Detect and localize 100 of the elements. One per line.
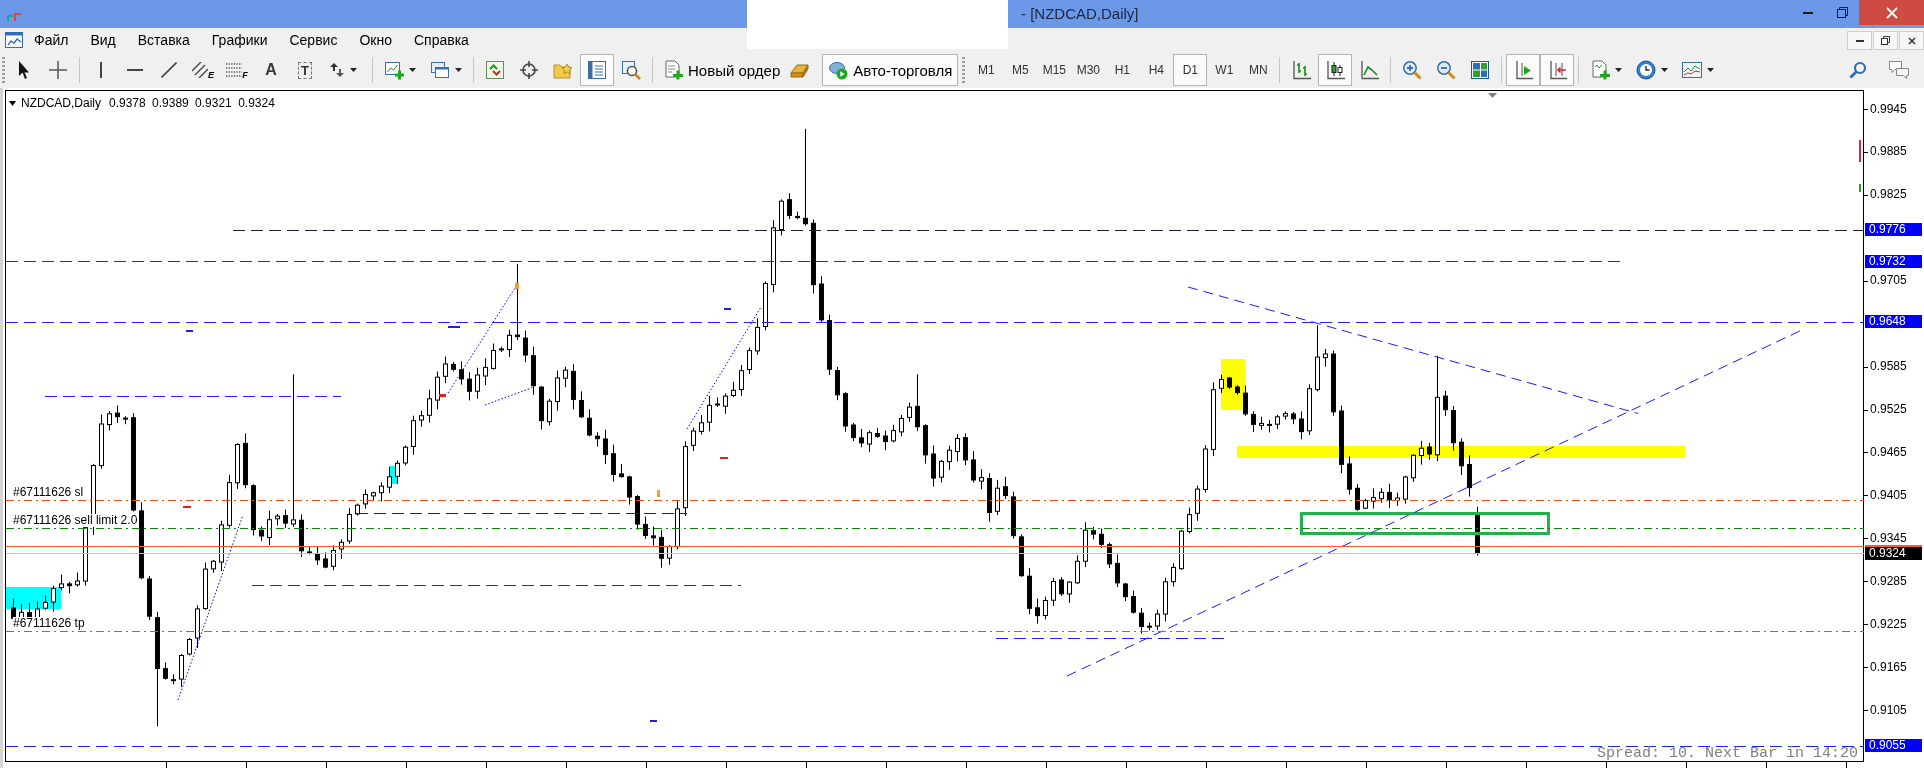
price-scale-label: 0.9885 (1870, 145, 1907, 158)
caret-icon (350, 68, 357, 72)
fibonacci-button[interactable]: F (220, 54, 254, 86)
status-text: Spread: 10. Next Bar in 14:20 (1596, 747, 1858, 761)
price-scale-label: 0.9225 (1870, 618, 1907, 631)
horizontal-line-icon (127, 69, 143, 71)
timeframe-button[interactable]: D1 (1173, 54, 1208, 86)
price-tag: 0.9776 (1865, 223, 1922, 236)
timeframe-button[interactable]: W1 (1207, 54, 1242, 86)
text-label-button[interactable]: T (288, 54, 322, 86)
parallel-lines-icon (192, 62, 208, 78)
chart-window-icon (5, 32, 23, 48)
order-label: #67111626 sl (13, 486, 86, 499)
dash-mark-icon (186, 330, 193, 332)
menu-item[interactable]: Сервис (278, 30, 349, 50)
timeframe-button[interactable]: M15 (1037, 54, 1072, 86)
ingot-icon (790, 62, 811, 78)
dash-mark-icon (448, 326, 460, 328)
axis-arrow-icon (1513, 60, 1534, 80)
toolbar-grip[interactable] (2, 57, 5, 83)
chart-shift-button[interactable] (1540, 54, 1575, 86)
dash-mark-icon (724, 308, 731, 310)
window-title: - [NZDCAD,Daily] (1021, 5, 1139, 23)
dash-mark-icon (650, 720, 657, 722)
price-scale-label: 0.9105 (1870, 704, 1907, 717)
document-plus-icon (663, 60, 683, 80)
up-down-arrows-icon (485, 60, 505, 80)
price-scale-label: 0.9165 (1870, 661, 1907, 674)
channel-button[interactable]: E (186, 54, 220, 86)
price-scale-label: 0.9585 (1870, 360, 1907, 373)
timeframe-button[interactable]: M30 (1071, 54, 1106, 86)
price-scale-label: 0.9825 (1870, 188, 1907, 201)
maximize-icon (1836, 7, 1848, 18)
search-icon (1849, 61, 1867, 79)
minimize-button[interactable] (1847, 31, 1872, 50)
menu-item[interactable]: Окно (348, 30, 403, 50)
square-mark-icon (515, 283, 519, 289)
target-icon (519, 60, 539, 80)
toolbar-grip[interactable] (962, 57, 966, 83)
order-label: #67111626 tp (13, 617, 87, 630)
timeframe-button[interactable]: M1 (969, 54, 1004, 86)
menu-item[interactable]: Вставка (126, 30, 201, 50)
tile-windows-icon (1470, 60, 1491, 80)
caret-icon (455, 68, 462, 72)
shift-marker-icon (1488, 93, 1497, 98)
price-tag: 0.9648 (1865, 315, 1922, 328)
play-badge-icon (828, 60, 849, 80)
zoom-out-icon (1436, 60, 1457, 80)
axis-shift-icon (1547, 60, 1568, 80)
restore-button[interactable] (1873, 31, 1898, 50)
price-scale-label: 0.9705 (1870, 274, 1907, 287)
arrows-icon (329, 62, 345, 78)
caret-icon (1615, 68, 1623, 72)
price-scale-label: 0.9945 (1870, 103, 1907, 116)
close-icon (1907, 36, 1916, 45)
price-scale-label: 0.9285 (1870, 575, 1907, 588)
dash-mark-icon (183, 506, 191, 508)
chart-lines-icon (1682, 60, 1703, 80)
cursor-arrow-icon (18, 61, 30, 79)
new-order-button[interactable]: Новый ордер (657, 54, 787, 86)
timeframe-button[interactable]: H1 (1105, 54, 1140, 86)
price-scale-label: 0.9465 (1870, 446, 1907, 459)
auto-trading-button[interactable]: Авто-торговля (822, 54, 959, 86)
chart-plus-icon (384, 60, 404, 80)
text-button[interactable]: A (254, 54, 288, 86)
terminal-button[interactable] (580, 54, 614, 86)
timeframe-button[interactable]: H4 (1139, 54, 1174, 86)
magnifier-window-icon (621, 60, 641, 80)
price-scale-label: 0.9345 (1870, 532, 1907, 545)
vertical-line-icon (100, 62, 102, 78)
document-plus-icon (1590, 60, 1611, 80)
crosshair-icon (49, 61, 67, 79)
price-scale-label: 0.9405 (1870, 489, 1907, 502)
timeframe-button[interactable]: MN (1241, 54, 1276, 86)
menu-item[interactable]: Вид (79, 30, 127, 50)
menu-item[interactable]: Файл (23, 30, 80, 50)
minimize-icon (1855, 39, 1864, 42)
caret-icon (1707, 68, 1715, 72)
chart-symbol: NZDCAD,Daily (21, 96, 101, 110)
price-tag: 0.9732 (1865, 255, 1922, 268)
autoscroll-button[interactable] (1506, 54, 1541, 86)
app-logo-icon (6, 12, 22, 21)
timeframe-button[interactable]: M5 (1003, 54, 1038, 86)
order-marker-icon (1859, 140, 1861, 192)
candlestick-chart-button[interactable] (1318, 54, 1353, 86)
order-label: #67111626 sell limit 2.0 (13, 514, 140, 527)
caret-icon (409, 68, 416, 72)
down-triangle-icon (9, 101, 16, 106)
menu-item[interactable]: Справка (402, 30, 480, 50)
diagonal-line-icon (161, 62, 177, 78)
ohlc-values: 0.9378 0.9389 0.9321 0.9324 (109, 96, 275, 110)
restore-icon (1881, 36, 1890, 45)
dash-mark-icon (720, 457, 728, 459)
windows-icon (430, 60, 450, 80)
zoom-in-icon (1402, 60, 1423, 80)
dotted-lines-icon (226, 63, 243, 77)
minimize-icon (1803, 11, 1813, 14)
chat-bubbles-icon (1888, 60, 1910, 80)
close-button[interactable] (1899, 31, 1924, 50)
menu-item[interactable]: Графики (200, 30, 279, 50)
